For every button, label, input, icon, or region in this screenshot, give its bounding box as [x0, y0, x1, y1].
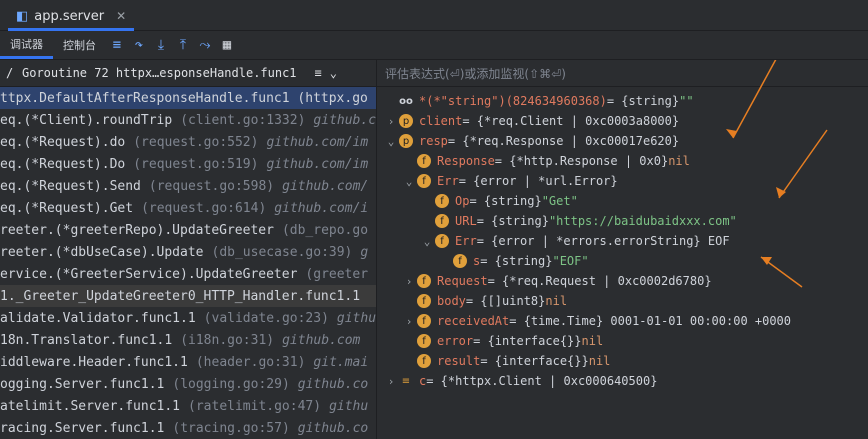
- step-out-icon[interactable]: ⤒: [172, 34, 194, 56]
- frame-row[interactable]: racing.Server.func1.1 (tracing.go:57) gith…: [0, 417, 376, 439]
- go-file-icon: ◧: [16, 8, 29, 24]
- frame-location: (db_usecase.go:39): [211, 244, 353, 260]
- frame-location: (request.go:614): [141, 200, 267, 216]
- frame-location: (tracing.go:57): [172, 420, 290, 436]
- frame-row[interactable]: ogging.Server.func1.1 (logging.go:29) gith…: [0, 373, 376, 395]
- step-into-icon[interactable]: ⤓: [150, 34, 172, 56]
- frame-package: githu: [336, 310, 377, 326]
- frame-row[interactable]: ttpx.DefaultAfterResponseHandle.func1 (h…: [0, 87, 376, 109]
- frame-row[interactable]: iddleware.Header.func1.1 (header.go:31) gi…: [0, 351, 376, 373]
- thread-marker-icon: /: [6, 66, 14, 80]
- table-icon[interactable]: ▦: [216, 34, 238, 56]
- thread-label: Goroutine 72 httpx…esponseHandle.func1: [22, 66, 297, 80]
- frame-function: eq.(*Request).do: [0, 134, 126, 150]
- tab-debugger-label: 调试器: [10, 37, 43, 51]
- frame-package: github.c: [313, 112, 377, 128]
- chevron-down-icon[interactable]: ≡: [315, 66, 322, 80]
- frame-package: github.co: [297, 376, 369, 392]
- frame-row[interactable]: eq.(*Request).Get (request.go:614) github.…: [0, 197, 376, 219]
- frames-panel: / Goroutine 72 httpx…esponseHandle.func1…: [0, 60, 377, 439]
- frame-row[interactable]: 18n.Translator.func1.1 (i18n.go:31) github…: [0, 329, 376, 351]
- frame-package: github.com: [282, 332, 361, 348]
- frame-function: ervice.(*GreeterService).UpdateGreeter: [0, 266, 298, 282]
- frame-package: github.co: [297, 420, 369, 436]
- frame-function: 1._Greeter_UpdateGreeter0_HTTP_Handler.f…: [0, 288, 361, 304]
- frame-location: (validate.go:23): [203, 310, 329, 326]
- frame-location: (db_repo.go: [281, 222, 369, 238]
- frame-row[interactable]: ervice.(*GreeterService).UpdateGreeter (g…: [0, 263, 376, 285]
- editor-topbar: ◧ app.server ✕: [0, 0, 868, 31]
- frame-row[interactable]: eq.(*Client).roundTrip (client.go:1332) gi…: [0, 109, 376, 131]
- frame-location: (logging.go:29): [172, 376, 290, 392]
- frame-function: reeter.(*greeterRepo).UpdateGreeter: [0, 222, 274, 238]
- annotation-arrows: [726, 60, 828, 288]
- frame-package: github.com/: [282, 178, 369, 194]
- frame-row[interactable]: atelimit.Server.func1.1 (ratelimit.go:47)…: [0, 395, 376, 417]
- frame-row[interactable]: eq.(*Request).Do (request.go:519) github.c…: [0, 153, 376, 175]
- frame-location: (header.go:31): [195, 354, 306, 370]
- frame-row[interactable]: 1._Greeter_UpdateGreeter0_HTTP_Handler.f…: [0, 285, 376, 307]
- tab-console[interactable]: 控制台: [53, 31, 106, 59]
- frame-location: (ratelimit.go:47): [188, 398, 322, 414]
- frame-function: alidate.Validator.func1.1: [0, 310, 196, 326]
- variables-panel: 评估表达式(⏎)或添加监视(⇧⌘⏎) oo *(*"string")(824634…: [377, 60, 868, 439]
- frame-function: iddleware.Header.func1.1: [0, 354, 188, 370]
- frame-location: (client.go:1332): [180, 112, 306, 128]
- frame-function: 18n.Translator.func1.1: [0, 332, 173, 348]
- frame-row[interactable]: alidate.Validator.func1.1 (validate.go:23…: [0, 307, 376, 329]
- tab-debugger[interactable]: 调试器: [0, 31, 53, 59]
- frame-package: github.com/im: [266, 134, 369, 150]
- menu-icon[interactable]: ≡: [106, 34, 128, 56]
- frame-package: git.mai: [313, 354, 369, 370]
- file-tab[interactable]: ◧ app.server ✕: [8, 4, 135, 31]
- file-tab-label: app.server: [34, 8, 105, 24]
- frame-package: github.com/im: [266, 156, 369, 172]
- close-icon[interactable]: ✕: [116, 9, 126, 23]
- tab-console-label: 控制台: [63, 39, 96, 52]
- frame-function: ttpx.DefaultAfterResponseHandle.func1 (h…: [0, 90, 368, 106]
- frame-function: ogging.Server.func1.1: [0, 376, 165, 392]
- frame-function: eq.(*Request).Get: [0, 200, 134, 216]
- thread-selector[interactable]: / Goroutine 72 httpx…esponseHandle.func1…: [0, 60, 376, 87]
- frame-location: (request.go:552): [133, 134, 259, 150]
- frame-location: (request.go:519): [133, 156, 259, 172]
- frame-row[interactable]: eq.(*Request).do (request.go:552) github.c…: [0, 131, 376, 153]
- dropdown-icon[interactable]: ⌄: [330, 66, 337, 80]
- frame-function: eq.(*Client).roundTrip: [0, 112, 173, 128]
- frame-row[interactable]: eq.(*Request).Send (request.go:598) github…: [0, 175, 376, 197]
- frame-function: racing.Server.func1.1: [0, 420, 165, 436]
- frame-row[interactable]: reeter.(*greeterRepo).UpdateGreeter (db_r…: [0, 219, 376, 241]
- frame-location: (greeter: [305, 266, 369, 282]
- frame-function: reeter.(*dbUseCase).Update: [0, 244, 204, 260]
- frame-function: atelimit.Server.func1.1: [0, 398, 181, 414]
- frame-package: g: [360, 244, 369, 260]
- frame-list: ttpx.DefaultAfterResponseHandle.func1 (h…: [0, 87, 376, 439]
- frame-location: (request.go:598): [148, 178, 275, 194]
- debug-toolbar: 调试器 控制台 ≡ ↷ ⤓ ⤒ ⤳ ▦: [0, 31, 868, 60]
- frame-function: eq.(*Request).Do: [0, 156, 126, 172]
- frame-package: github.com/i: [274, 200, 369, 216]
- frame-location: (i18n.go:31): [180, 332, 275, 348]
- frame-function: eq.(*Request).Send: [0, 178, 141, 194]
- step-over-icon[interactable]: ↷: [128, 34, 150, 56]
- frame-package: githu: [329, 398, 369, 414]
- run-to-cursor-icon[interactable]: ⤳: [194, 34, 216, 56]
- frame-row[interactable]: reeter.(*dbUseCase).Update (db_usecase.go…: [0, 241, 376, 263]
